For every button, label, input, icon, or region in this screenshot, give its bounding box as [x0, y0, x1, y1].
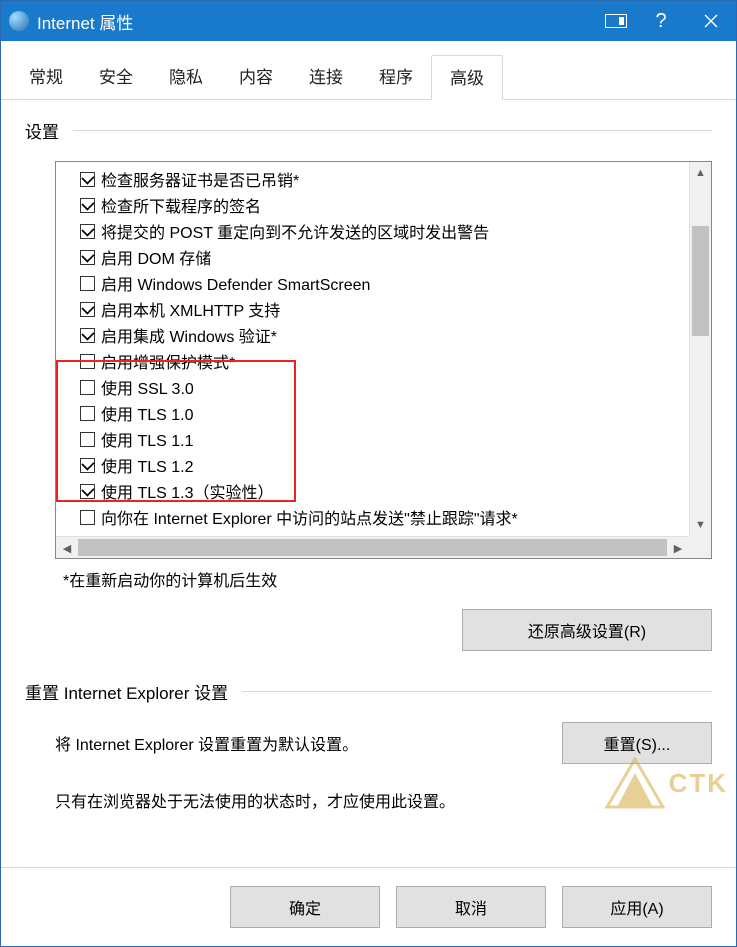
checkbox-icon[interactable]: [80, 354, 95, 369]
tab-3[interactable]: 内容: [221, 55, 291, 99]
settings-listbox[interactable]: 检查服务器证书是否已吊销*检查所下载程序的签名将提交的 POST 重定向到不允许…: [55, 161, 712, 559]
checkbox-icon[interactable]: [80, 172, 95, 187]
setting-label: 启用集成 Windows 验证*: [101, 323, 277, 347]
scrollbar-corner: [689, 536, 711, 558]
setting-label: 检查服务器证书是否已吊销*: [101, 167, 299, 191]
setting-row[interactable]: 启用 DOM 存储: [80, 244, 711, 270]
tab-4[interactable]: 连接: [291, 55, 361, 99]
setting-row[interactable]: 使用 TLS 1.3（实验性）: [80, 478, 711, 504]
tab-5[interactable]: 程序: [361, 55, 431, 99]
reset-hint: 只有在浏览器处于无法使用的状态时，才应使用此设置。: [55, 788, 712, 812]
setting-label: 向你在 Internet Explorer 中访问的站点发送"禁止跟踪"请求*: [101, 505, 518, 529]
checkbox-icon[interactable]: [80, 432, 95, 447]
checkbox-icon[interactable]: [80, 458, 95, 473]
vertical-scrollbar[interactable]: ▲ ▼: [689, 162, 711, 536]
help-button[interactable]: ?: [636, 1, 686, 41]
checkbox-icon[interactable]: [80, 250, 95, 265]
setting-label: 将提交的 POST 重定向到不允许发送的区域时发出警告: [101, 219, 489, 243]
checkbox-icon[interactable]: [80, 302, 95, 317]
setting-label: 使用 SSL 3.0: [101, 375, 194, 399]
setting-row[interactable]: 使用 TLS 1.1: [80, 426, 711, 452]
checkbox-icon[interactable]: [80, 276, 95, 291]
close-button[interactable]: [686, 1, 736, 41]
tab-0[interactable]: 常规: [11, 55, 81, 99]
setting-row[interactable]: 将提交的 POST 重定向到不允许发送的区域时发出警告: [80, 218, 711, 244]
setting-row[interactable]: 使用 SSL 3.0: [80, 374, 711, 400]
reset-group-label: 重置 Internet Explorer 设置: [25, 679, 712, 704]
settings-group-label: 设置: [25, 118, 712, 143]
checkbox-icon[interactable]: [80, 510, 95, 525]
scroll-left-arrow-icon[interactable]: ◀: [56, 537, 78, 559]
setting-label: 使用 TLS 1.3（实验性）: [101, 479, 273, 503]
reset-button[interactable]: 重置(S)...: [562, 722, 712, 764]
internet-properties-window: Internet 属性 ? 常规安全隐私内容连接程序高级 设置 检查服务器证书是…: [0, 0, 737, 947]
tab-2[interactable]: 隐私: [151, 55, 221, 99]
setting-label: 启用增强保护模式*: [101, 349, 235, 373]
reset-description: 将 Internet Explorer 设置重置为默认设置。: [55, 731, 358, 755]
tabstrip: 常规安全隐私内容连接程序高级: [1, 41, 736, 100]
dialog-button-bar: 确定 取消 应用(A): [1, 867, 736, 946]
setting-row[interactable]: 启用本机 XMLHTTP 支持: [80, 296, 711, 322]
scroll-up-arrow-icon[interactable]: ▲: [690, 162, 711, 184]
tab-content-advanced: 设置 检查服务器证书是否已吊销*检查所下载程序的签名将提交的 POST 重定向到…: [1, 100, 736, 867]
vertical-scroll-thumb[interactable]: [692, 226, 709, 336]
setting-label: 使用 TLS 1.1: [101, 427, 193, 451]
settings-label-text: 设置: [25, 118, 59, 143]
checkbox-icon[interactable]: [80, 484, 95, 499]
window-title: Internet 属性: [37, 9, 596, 34]
tab-6[interactable]: 高级: [431, 55, 503, 100]
checkbox-icon[interactable]: [80, 224, 95, 239]
scroll-right-arrow-icon[interactable]: ▶: [667, 537, 689, 559]
restart-note: *在重新启动你的计算机后生效: [63, 567, 712, 591]
setting-row[interactable]: 检查服务器证书是否已吊销*: [80, 166, 711, 192]
internet-options-icon: [9, 11, 29, 31]
titlebar-status-icon: [596, 1, 636, 41]
setting-label: 使用 TLS 1.0: [101, 401, 193, 425]
setting-row[interactable]: 启用集成 Windows 验证*: [80, 322, 711, 348]
setting-label: 启用本机 XMLHTTP 支持: [101, 297, 280, 321]
checkbox-icon[interactable]: [80, 328, 95, 343]
setting-row[interactable]: 使用 TLS 1.2: [80, 452, 711, 478]
cancel-button[interactable]: 取消: [396, 886, 546, 928]
reset-label-text: 重置 Internet Explorer 设置: [25, 679, 228, 704]
setting-label: 启用 Windows Defender SmartScreen: [101, 271, 370, 295]
horizontal-scrollbar[interactable]: ◀ ▶: [56, 536, 689, 558]
setting-label: 启用 DOM 存储: [101, 245, 211, 269]
checkbox-icon[interactable]: [80, 198, 95, 213]
tab-1[interactable]: 安全: [81, 55, 151, 99]
titlebar: Internet 属性 ?: [1, 1, 736, 41]
restore-advanced-settings-button[interactable]: 还原高级设置(R): [462, 609, 712, 651]
setting-row[interactable]: 启用 Windows Defender SmartScreen: [80, 270, 711, 296]
setting-row[interactable]: 向你在 Internet Explorer 中访问的站点发送"禁止跟踪"请求*: [80, 504, 711, 530]
setting-row[interactable]: 检查所下载程序的签名: [80, 192, 711, 218]
apply-button[interactable]: 应用(A): [562, 886, 712, 928]
ok-button[interactable]: 确定: [230, 886, 380, 928]
setting-row[interactable]: 启用增强保护模式*: [80, 348, 711, 374]
setting-row[interactable]: 使用 TLS 1.0: [80, 400, 711, 426]
setting-label: 检查所下载程序的签名: [101, 193, 261, 217]
checkbox-icon[interactable]: [80, 406, 95, 421]
scroll-down-arrow-icon[interactable]: ▼: [690, 514, 711, 536]
horizontal-scroll-thumb[interactable]: [78, 539, 667, 556]
setting-label: 使用 TLS 1.2: [101, 453, 193, 477]
checkbox-icon[interactable]: [80, 380, 95, 395]
